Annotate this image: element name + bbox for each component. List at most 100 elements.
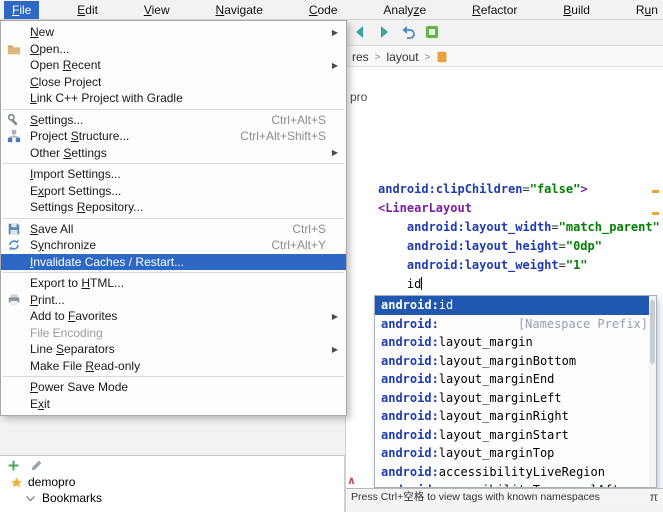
code-token: "1" (565, 258, 588, 272)
menu-item-new[interactable]: New ▶ (1, 24, 346, 41)
menu-item-add-to-favorites[interactable]: Add to Favorites ▶ (1, 308, 346, 325)
menubar-item-run[interactable]: Run (628, 1, 663, 19)
completion-item-android-layout-marginstart[interactable]: android: layout_marginStart (375, 426, 656, 445)
breadcrumb-item-res[interactable]: res (352, 50, 369, 64)
edit-pencil-icon[interactable] (30, 459, 43, 472)
menubar-item-view[interactable]: View (136, 1, 178, 19)
menu-item-open-recent[interactable]: Open Recent ▶ (1, 57, 346, 74)
back-arrow-icon[interactable] (352, 24, 368, 40)
completion-prefix: android: (381, 390, 439, 405)
completion-item-android-layout-margin[interactable]: android: layout_margin (375, 333, 656, 352)
completion-prefix: android: (381, 427, 439, 442)
menu-item-export-settings[interactable]: Export Settings... (1, 183, 346, 200)
menubar-item-analyze[interactable]: Analyze (375, 1, 434, 19)
menu-item-icon-slot (7, 146, 27, 160)
menu-item-label: Other Settings (30, 145, 107, 160)
error-stripe-tick (652, 212, 659, 215)
completion-item-android-layout-margintop[interactable]: android: layout_marginTop (375, 444, 656, 463)
undo-icon[interactable] (400, 24, 416, 40)
menu-item-label: Synchronize (30, 238, 97, 253)
completion-item-android-layout-marginend[interactable]: android: layout_marginEnd (375, 370, 656, 389)
menu-item-label: Line Separators (30, 342, 115, 357)
menu-item-label: Invalidate Caches / Restart... (30, 254, 185, 269)
tree-item-bookmarks[interactable]: Bookmarks (0, 490, 344, 506)
menubar-item-build[interactable]: Build (555, 1, 598, 19)
code-token: "false" (529, 182, 581, 196)
menu-item-settings[interactable]: Settings... Ctrl+Alt+S (1, 112, 346, 129)
menubar-item-code[interactable]: Code (301, 1, 346, 19)
menubar-item-navigate[interactable]: Navigate (208, 1, 271, 19)
menu-item-label: Make File Read-only (30, 358, 141, 373)
menu-item-link-c-project-with-gradle[interactable]: Link C++ Project with Gradle (1, 90, 346, 107)
completion-item-android-layout-marginleft[interactable]: android: layout_marginLeft (375, 389, 656, 408)
menu-item-icon-slot (7, 359, 27, 373)
menu-item-close-project[interactable]: Close Project (1, 74, 346, 91)
menu-item-line-separators[interactable]: Line Separators ▶ (1, 341, 346, 358)
menu-separator (3, 163, 344, 164)
menubar-item-edit[interactable]: Edit (69, 1, 106, 19)
completion-hint: [Namespace Prefix] (517, 316, 648, 331)
scrollbar-thumb[interactable] (650, 300, 655, 364)
menu-item-label: File Encoding (30, 325, 103, 340)
completion-item-android-namespace-prefix[interactable]: android: [Namespace Prefix] (375, 315, 656, 334)
menubar-item-refactor[interactable]: Refactor (464, 1, 525, 19)
completion-name: layout_marginLeft (438, 390, 562, 405)
menu-item-make-file-read-only[interactable]: Make File Read-only (1, 358, 346, 375)
code-token: id (406, 277, 422, 291)
popup-scrollbar[interactable] (649, 296, 656, 487)
menu-item-power-save-mode[interactable]: Power Save Mode (1, 379, 346, 396)
completion-item-android-layout-marginbottom[interactable]: android: layout_marginBottom (375, 352, 656, 371)
completion-prefix: android: (381, 372, 439, 387)
menu-item-open[interactable]: Open... (1, 41, 346, 58)
folder-icon (7, 42, 27, 56)
menu-item-settings-repository[interactable]: Settings Repository... (1, 199, 346, 216)
menu-item-shortcut: Ctrl+S (292, 221, 326, 236)
submenu-arrow-icon: ▶ (331, 344, 338, 354)
menu-item-icon-slot (7, 75, 27, 89)
menu-item-export-to-html[interactable]: Export to HTML... (1, 275, 346, 292)
menu-item-label: Add to Favorites (30, 309, 118, 324)
menu-item-label: Exit (30, 396, 51, 411)
code-token: > (580, 182, 588, 196)
code-token: = (558, 258, 566, 272)
completion-item-android-id[interactable]: android: id (375, 296, 656, 315)
tree-item-demopro[interactable]: demopro (0, 474, 344, 490)
plus-icon[interactable] (7, 459, 20, 472)
file-icon[interactable] (436, 51, 448, 63)
editor-code[interactable]: android:clipChildren="false"> <LinearLayo… (378, 180, 660, 294)
menu-item-icon-slot (7, 167, 27, 181)
code-token: android:clipChildren (378, 182, 523, 196)
menu-item-print[interactable]: Print... (1, 292, 346, 309)
menu-item-shortcut: Ctrl+Alt+S (271, 112, 326, 127)
find-icon[interactable] (424, 24, 440, 40)
completion-item-android-layout-marginright[interactable]: android: layout_marginRight (375, 407, 656, 426)
menu-item-other-settings[interactable]: Other Settings ▶ (1, 145, 346, 162)
menu-item-icon-slot (7, 184, 27, 198)
save-all-icon (7, 222, 27, 236)
submenu-arrow-icon: ▶ (331, 148, 338, 158)
menu-item-project-structure[interactable]: Project Structure... Ctrl+Alt+Shift+S (1, 128, 346, 145)
app-window: File Edit View Navigate Code Analyze Refactor B… (0, 0, 663, 512)
menu-item-icon-slot (7, 326, 27, 340)
menu-item-label: Open Recent (30, 58, 101, 73)
completion-item-android-accessibilityliveregion[interactable]: android: accessibilityLiveRegion (375, 463, 656, 482)
menu-item-exit[interactable]: Exit (1, 396, 346, 413)
menu-item-save-all[interactable]: Save All Ctrl+S (1, 221, 346, 238)
file-menu: New ▶ Open... Open Recent ▶ Close Project Link… (0, 20, 347, 416)
menu-item-label: Settings Repository... (30, 200, 144, 215)
menu-item-icon-slot (7, 342, 27, 356)
menubar: File Edit View Navigate Code Analyze Refactor B… (0, 0, 663, 20)
completion-prefix: android: (381, 446, 439, 461)
menubar-item-file[interactable]: File (4, 0, 40, 19)
synchronize-icon (7, 238, 27, 252)
menu-item-import-settings[interactable]: Import Settings... (1, 166, 346, 183)
breadcrumb-item-layout[interactable]: layout (387, 50, 419, 64)
forward-arrow-icon[interactable] (376, 24, 392, 40)
error-stripe-tick (652, 190, 659, 193)
menu-item-synchronize[interactable]: Synchronize Ctrl+Alt+Y (1, 237, 346, 254)
menu-item-label: Link C++ Project with Gradle (30, 91, 183, 106)
menu-item-invalidate-caches-restart[interactable]: Invalidate Caches / Restart... (1, 253, 346, 270)
code-token: = (558, 239, 566, 253)
completion-item-android-accessibilitytraversalafter[interactable]: android:accessibilityTraversalAfter (375, 481, 656, 487)
